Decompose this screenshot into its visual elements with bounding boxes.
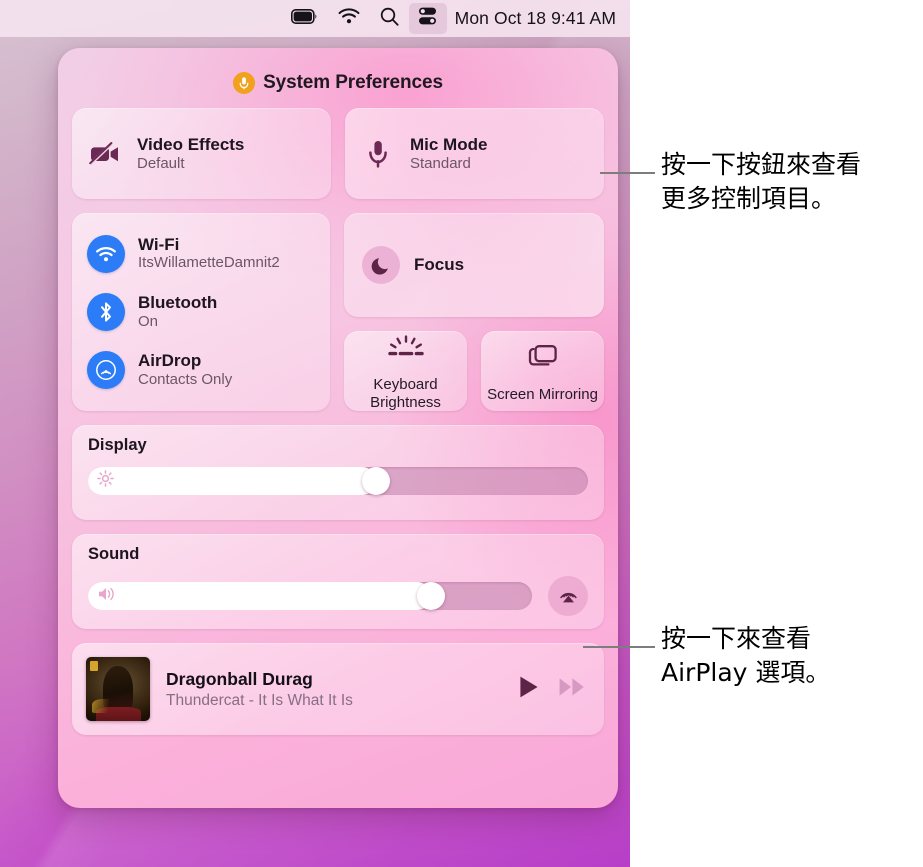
display-title: Display xyxy=(88,436,147,455)
av-controls-row: Video Effects Default Mic Mode Standard xyxy=(72,108,604,199)
now-playing-card[interactable]: Dragonball Durag Thundercat - It Is What… xyxy=(72,643,604,736)
track-title: Dragonball Durag xyxy=(166,668,313,689)
annotation-more-controls: 按一下按鈕來查看 更多控制項目。 xyxy=(600,148,861,215)
menu-bar-control-center[interactable] xyxy=(408,3,447,34)
sound-title: Sound xyxy=(88,545,140,564)
video-effects-title: Video Effects xyxy=(137,134,245,154)
sound-slider-thumb[interactable] xyxy=(416,582,445,611)
artwork-script xyxy=(91,698,119,714)
screen-mirroring-label: Screen Mirroring xyxy=(487,385,598,403)
mic-mode-text: Mic Mode Standard xyxy=(410,135,487,173)
menu-bar-wifi[interactable] xyxy=(328,0,370,37)
microphone-icon xyxy=(233,72,256,94)
menu-bar-battery[interactable] xyxy=(281,0,328,37)
display-slider-fill xyxy=(88,467,376,496)
leader-line xyxy=(583,646,655,648)
wifi-title: Wi-Fi xyxy=(138,234,180,254)
speaker-icon xyxy=(97,586,117,607)
annotation-text: 按一下來查看 AirPlay 選項。 xyxy=(661,624,831,687)
airplay-audio-button[interactable] xyxy=(548,576,588,617)
airdrop-text: AirDrop Contacts Only xyxy=(138,351,233,388)
brightness-icon xyxy=(97,470,114,492)
network-card: Wi-Fi ItsWillametteDamnit2 Bluetooth On xyxy=(72,213,330,412)
video-camera-off-icon xyxy=(88,137,122,171)
airdrop-title: AirDrop xyxy=(138,351,202,371)
bluetooth-row[interactable]: Bluetooth On xyxy=(72,285,330,339)
page-title: System Preferences xyxy=(263,72,443,93)
video-effects-text: Video Effects Default xyxy=(137,135,244,173)
sound-card: Sound xyxy=(72,534,604,630)
wifi-icon xyxy=(338,8,360,29)
screen-mirroring-tile[interactable]: Screen Mirroring xyxy=(481,331,604,412)
sound-slider-row xyxy=(88,576,588,617)
video-effects-tile[interactable]: Video Effects Default xyxy=(72,108,331,199)
annotation-airplay: 按一下來查看 AirPlay 選項。 xyxy=(583,622,830,689)
wifi-text: Wi-Fi ItsWillametteDamnit2 xyxy=(138,234,280,272)
wifi-row[interactable]: Wi-Fi ItsWillametteDamnit2 xyxy=(72,227,330,281)
track-artist-album: Thundercat - It Is What It Is xyxy=(166,691,353,709)
sound-slider-fill xyxy=(88,582,431,611)
search-icon xyxy=(380,7,399,31)
airplay-audio-icon xyxy=(557,582,580,610)
mic-mode-title: Mic Mode xyxy=(410,134,488,154)
control-center-icon xyxy=(418,6,438,31)
desktop-screen: Mon Oct 18 9:41 AM System Preferences Vi… xyxy=(0,0,630,867)
microphone-icon xyxy=(361,137,395,171)
display-slider-row xyxy=(88,467,588,496)
sound-volume-slider[interactable] xyxy=(88,582,532,611)
keyboard-brightness-tile[interactable]: Keyboard Brightness xyxy=(344,331,467,412)
display-slider-thumb[interactable] xyxy=(361,467,390,496)
display-brightness-slider[interactable] xyxy=(88,467,588,496)
play-button[interactable] xyxy=(518,675,540,704)
focus-label: Focus xyxy=(414,255,465,274)
leader-line xyxy=(600,172,655,174)
artwork-badge xyxy=(90,661,98,671)
keyboard-brightness-label: Keyboard Brightness xyxy=(370,376,441,411)
mini-tiles-row: Keyboard Brightness Screen Mirroring xyxy=(344,331,604,412)
focus-tile[interactable]: Focus xyxy=(344,213,604,317)
album-artwork xyxy=(86,657,150,722)
keyboard-brightness-icon xyxy=(386,335,426,366)
airdrop-icon xyxy=(87,351,125,390)
video-effects-status: Default xyxy=(137,154,185,172)
fast-forward-button[interactable] xyxy=(558,676,586,703)
screen-mirroring-icon xyxy=(526,343,560,376)
bluetooth-title: Bluetooth xyxy=(138,292,218,312)
mic-mode-tile[interactable]: Mic Mode Standard xyxy=(345,108,604,199)
menu-bar-clock: Mon Oct 18 9:41 AM xyxy=(454,8,616,28)
battery-icon xyxy=(290,8,318,29)
bluetooth-icon xyxy=(87,293,125,332)
control-center-header: System Preferences xyxy=(72,62,604,104)
control-center-panel: System Preferences Video Effects Default xyxy=(58,48,618,808)
menu-bar-spotlight[interactable] xyxy=(370,0,409,37)
right-column: Focus Keyboard Brightness Screen Mirrori… xyxy=(344,213,604,412)
wifi-network-name: ItsWillametteDamnit2 xyxy=(138,254,280,272)
bluetooth-text: Bluetooth On xyxy=(138,292,218,330)
now-playing-text: Dragonball Durag Thundercat - It Is What… xyxy=(166,668,502,709)
airdrop-status: Contacts Only xyxy=(138,370,233,388)
middle-row: Wi-Fi ItsWillametteDamnit2 Bluetooth On xyxy=(72,213,604,412)
bluetooth-status: On xyxy=(138,312,159,330)
display-card: Display xyxy=(72,425,604,521)
annotation-text: 按一下按鈕來查看 更多控制項目。 xyxy=(661,150,862,213)
airdrop-row[interactable]: AirDrop Contacts Only xyxy=(72,343,330,397)
mic-mode-status: Standard xyxy=(410,154,471,172)
playback-controls xyxy=(518,675,586,704)
menu-bar: Mon Oct 18 9:41 AM xyxy=(0,0,630,37)
moon-icon xyxy=(362,246,400,284)
wifi-icon xyxy=(87,235,125,273)
